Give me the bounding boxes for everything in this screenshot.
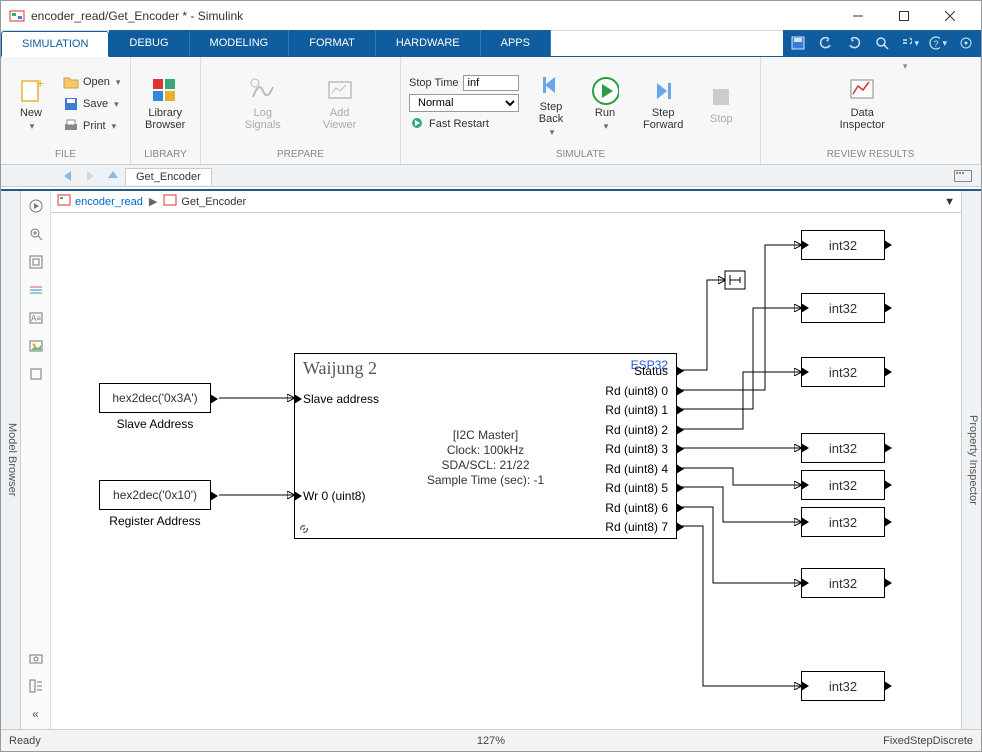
block-int32-3[interactable]: int32 (801, 433, 885, 463)
maximize-button[interactable] (881, 1, 927, 31)
crumb-sub: Get_Encoder (181, 196, 246, 208)
tab-simulation[interactable]: SIMULATION (1, 31, 109, 57)
crumb-root[interactable]: encoder_read (75, 196, 143, 208)
expand-icon[interactable]: ▾ (901, 34, 919, 52)
explorer-bar: encoder_read ▶ Get_Encoder ▼ (51, 191, 961, 213)
ribbon-tabs: SIMULATION DEBUG MODELING FORMAT HARDWAR… (1, 31, 981, 57)
step-back-button[interactable]: Step Back▾ (529, 69, 573, 140)
canvas[interactable]: hex2dec('0x3A') Slave Address hex2dec('0… (51, 213, 961, 729)
search-icon[interactable] (873, 34, 891, 52)
step-forward-button[interactable]: Step Forward (637, 75, 689, 133)
tab-modeling[interactable]: MODELING (190, 30, 290, 56)
svg-text:A≡: A≡ (30, 314, 40, 323)
toggle-sample-icon[interactable] (25, 279, 47, 301)
block-label-slave-address: Slave Address (95, 417, 215, 431)
log-signals-button[interactable]: Log Signals (239, 75, 287, 133)
screenshot-icon[interactable] (25, 647, 47, 669)
minimize-button[interactable] (835, 1, 881, 31)
tab-format[interactable]: FORMAT (289, 30, 376, 56)
open-button[interactable]: Open▾ (59, 72, 124, 92)
subsystem-icon[interactable] (25, 363, 47, 385)
help-icon[interactable]: ?▾ (929, 34, 947, 52)
group-simulate-label: SIMULATE (409, 147, 752, 162)
block-int32-6[interactable]: int32 (801, 568, 885, 598)
crumb-sep-icon: ▶ (149, 195, 157, 208)
block-int32-7[interactable]: int32 (801, 671, 885, 701)
target-icon[interactable] (957, 34, 975, 52)
nav-up-icon[interactable] (103, 167, 123, 185)
group-prepare-label: PREPARE (209, 147, 392, 162)
fast-restart-button[interactable]: Fast Restart (409, 115, 519, 134)
status-solver: FixedStepDiscrete (883, 735, 973, 747)
tab-apps[interactable]: APPS (481, 30, 551, 56)
app-icon (9, 8, 25, 24)
block-int32-0[interactable]: int32 (801, 230, 885, 260)
stop-button[interactable]: Stop (699, 81, 743, 127)
quick-access-toolbar: ▾ ?▾ (783, 30, 981, 56)
tab-debug[interactable]: DEBUG (109, 30, 189, 56)
hide-browser-icon[interactable] (25, 195, 47, 217)
canvas-palette: A≡ « (21, 191, 51, 729)
ribbon: + New▾ Open▾ Save▾ Print▾ FILE Library B… (1, 57, 981, 165)
model-browser-strip[interactable]: Model Browser (1, 191, 21, 729)
group-file-label: FILE (9, 147, 122, 162)
block-int32-4[interactable]: int32 (801, 470, 885, 500)
svg-text:?: ? (933, 39, 938, 49)
document-tab-bar: Get_Encoder (1, 165, 981, 187)
block-const-slave-address[interactable]: hex2dec('0x3A') (99, 383, 211, 413)
stoptime-label: Stop Time (409, 77, 459, 89)
undo-icon[interactable] (817, 34, 835, 52)
status-zoom: 127% (477, 735, 505, 747)
library-browser-button[interactable]: Library Browser (139, 75, 191, 133)
model-prop-icon[interactable] (25, 675, 47, 697)
stoptime-input[interactable] (463, 75, 519, 91)
block-int32-5[interactable]: int32 (801, 507, 885, 537)
block-int32-1[interactable]: int32 (801, 293, 885, 323)
property-inspector-strip[interactable]: Property Inspector (961, 191, 981, 729)
print-button[interactable]: Print▾ (59, 116, 124, 136)
group-library-label: LIBRARY (139, 147, 192, 162)
new-button[interactable]: + New▾ (9, 75, 53, 134)
subsystem-crumb-icon (163, 193, 177, 210)
block-const-register-address[interactable]: hex2dec('0x10') (99, 480, 211, 510)
block-label-register-address: Register Address (95, 514, 215, 528)
nav-back-icon[interactable] (59, 167, 79, 185)
tab-hardware[interactable]: HARDWARE (376, 30, 481, 56)
main-area: Model Browser A≡ « encoder_read ▶ Get_En… (1, 189, 981, 729)
group-review-label: REVIEW RESULTS (769, 147, 972, 162)
add-viewer-button[interactable]: Add Viewer (317, 75, 362, 133)
explorer-dropdown-icon[interactable]: ▼ (944, 196, 955, 208)
data-inspector-button[interactable]: Data Inspector (834, 75, 891, 133)
review-expand-icon[interactable]: ▾ (903, 61, 908, 72)
model-icon (57, 193, 71, 210)
save-icon[interactable] (789, 34, 807, 52)
keyboard-icon[interactable] (953, 167, 973, 185)
close-button[interactable] (927, 1, 973, 31)
image-icon[interactable] (25, 335, 47, 357)
redo-icon[interactable] (845, 34, 863, 52)
save-button[interactable]: Save▾ (59, 94, 124, 114)
status-bar: Ready 127% FixedStepDiscrete (1, 729, 981, 751)
svg-text:+: + (36, 78, 44, 91)
block-waijung-i2c-master[interactable]: Waijung 2 ESP32 Slave address Wr 0 (uint… (294, 353, 677, 539)
annotation-icon[interactable]: A≡ (25, 307, 47, 329)
nav-fwd-icon[interactable] (81, 167, 101, 185)
zoom-icon[interactable] (25, 223, 47, 245)
document-tab[interactable]: Get_Encoder (125, 168, 212, 185)
link-icon (298, 523, 310, 535)
sim-mode-select[interactable]: Normal (409, 94, 519, 112)
status-ready: Ready (9, 735, 41, 747)
run-button[interactable]: Run▾ (583, 75, 627, 134)
titlebar: encoder_read/Get_Encoder * - Simulink (1, 1, 981, 31)
window-title: encoder_read/Get_Encoder * - Simulink (31, 9, 835, 23)
fit-icon[interactable] (25, 251, 47, 273)
collapse-icon[interactable]: « (25, 703, 47, 725)
block-int32-2[interactable]: int32 (801, 357, 885, 387)
